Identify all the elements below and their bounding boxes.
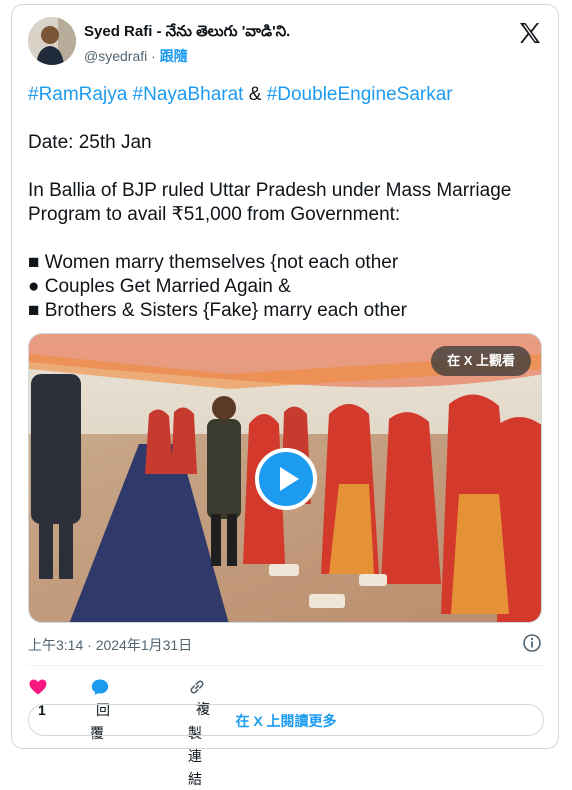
tweet-timestamp[interactable]: 上午3:14 · 2024年1月31日 <box>28 635 192 655</box>
bullet-line: ■ Brothers & Sisters {Fake} marry each o… <box>28 300 407 321</box>
like-button[interactable]: 1 <box>28 675 48 718</box>
bullet-line: ■ Women marry themselves {not each other <box>28 252 399 273</box>
follow-button[interactable]: 跟隨 <box>160 48 188 64</box>
play-icon <box>280 467 299 491</box>
link-icon <box>190 680 204 694</box>
info-icon[interactable] <box>522 633 542 653</box>
bullet-line: ● Couples Get Married Again & <box>28 276 291 297</box>
hashtag-link[interactable]: #DoubleEngineSarkar <box>267 84 453 105</box>
tweet-text: #RamRajya #NayaBharat & #DoubleEngineSar… <box>28 83 544 323</box>
avatar[interactable] <box>28 17 76 65</box>
watch-on-x-button[interactable]: 在 X 上觀看 <box>431 346 531 376</box>
reply-button[interactable]: 回覆 <box>90 675 110 741</box>
author-handle[interactable]: @syedrafi <box>84 48 147 64</box>
tweet-paragraph: In Ballia of BJP ruled Uttar Pradesh und… <box>28 180 512 225</box>
tweet-header: Syed Rafi - నేను తెలుగు 'వాడి'ని. @syedr… <box>28 17 544 67</box>
hashtag-link[interactable]: #NayaBharat <box>133 84 244 105</box>
play-button[interactable] <box>255 448 317 510</box>
author-handle-row: @syedrafi · 跟隨 <box>84 46 188 66</box>
hashtag-joiner: & <box>248 84 262 105</box>
video-thumbnail[interactable]: 在 X 上觀看 <box>28 333 542 623</box>
date-line: Date: 25th Jan <box>28 132 152 153</box>
hashtag-link[interactable]: #RamRajya <box>28 84 127 105</box>
heart-icon <box>29 679 47 695</box>
author-name[interactable]: Syed Rafi - నేను తెలుగు 'వాడి'ని. <box>84 23 290 44</box>
tweet-embed-card: Syed Rafi - నేను తెలుగు 'వాడి'ని. @syedr… <box>11 4 559 787</box>
x-logo-icon[interactable] <box>518 21 542 45</box>
reply-bubble-icon <box>91 679 109 696</box>
separator-dot: · <box>151 48 156 64</box>
copy-link-button[interactable]: 複製連結 <box>188 675 210 787</box>
read-more-on-x-button[interactable]: 在 X 上閱讀更多 <box>28 704 544 736</box>
hashtag-line: #RamRajya #NayaBharat & #DoubleEngineSar… <box>28 83 544 107</box>
divider <box>28 665 544 666</box>
